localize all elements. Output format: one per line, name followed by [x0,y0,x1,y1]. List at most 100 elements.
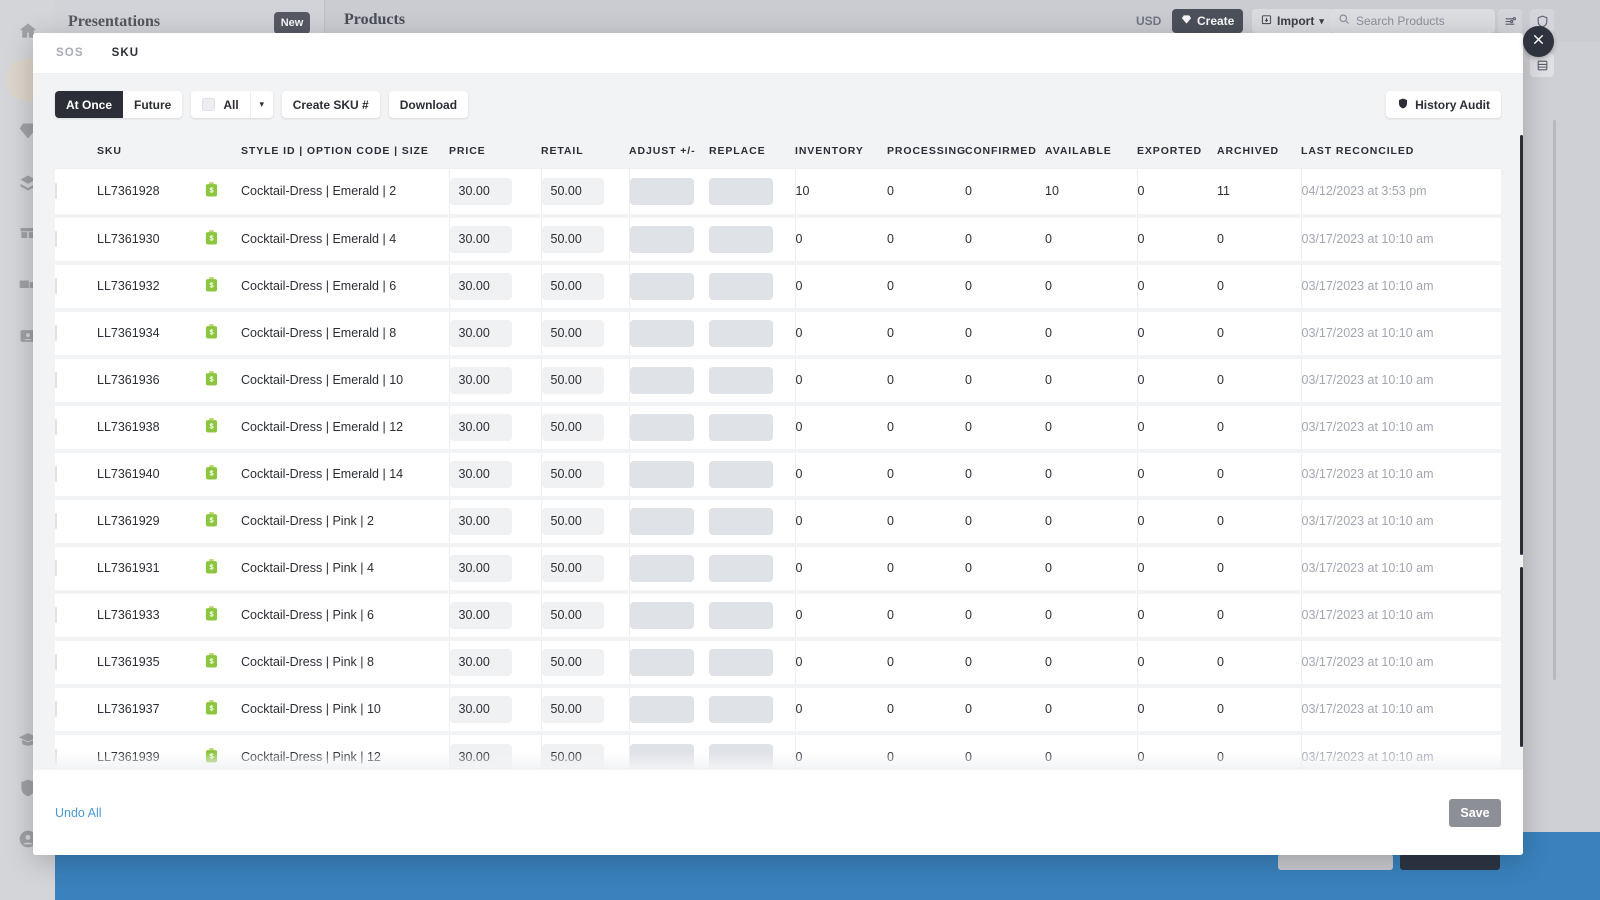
select-all-dropdown-caret[interactable]: ▾ [250,91,273,118]
tab-sku[interactable]: SKU [110,45,142,61]
table-row[interactable]: LL7361937$Cocktail-Dress | Pink | 100000… [55,686,1501,733]
adjust-input[interactable] [630,414,694,441]
page-scrollbar[interactable] [1553,120,1556,680]
price-input[interactable] [450,414,512,441]
table-row[interactable]: LL7361929$Cocktail-Dress | Pink | 200000… [55,498,1501,545]
select-all-toggle[interactable]: All [191,91,249,118]
modal-scrollbar[interactable] [1520,135,1523,770]
adjust-input[interactable] [630,273,694,300]
download-button[interactable]: Download [389,91,468,118]
adjust-input[interactable] [630,696,694,723]
row-checkbox[interactable] [55,325,57,341]
table-row[interactable]: LL7361930$Cocktail-Dress | Emerald | 400… [55,216,1501,263]
price-input[interactable] [450,649,512,676]
retail-input[interactable] [542,320,604,347]
row-checkbox[interactable] [55,183,57,199]
create-sku-button[interactable]: Create SKU # [282,91,380,118]
price-input[interactable] [450,602,512,629]
replace-input[interactable] [709,367,773,394]
adjust-input[interactable] [630,555,694,582]
retail-input[interactable] [542,696,604,723]
replace-input[interactable] [709,273,773,300]
adjust-input[interactable] [630,320,694,347]
table-row[interactable]: LL7361939$Cocktail-Dress | Pink | 120000… [55,733,1501,771]
select-all-checkbox[interactable] [202,98,215,111]
price-input[interactable] [450,508,512,535]
adjust-input[interactable] [630,367,694,394]
adjust-input[interactable] [630,744,694,771]
bottom-input-placeholder[interactable] [1278,854,1393,870]
retail-input[interactable] [542,273,604,300]
table-row[interactable]: LL7361933$Cocktail-Dress | Pink | 600000… [55,592,1501,639]
replace-input[interactable] [709,508,773,535]
retail-input[interactable] [542,367,604,394]
tab-sos[interactable]: SOS [54,45,86,61]
replace-input[interactable] [709,555,773,582]
row-checkbox[interactable] [55,231,57,247]
search-products-input[interactable]: Search Products [1330,9,1495,33]
table-row[interactable]: LL7361928$Cocktail-Dress | Emerald | 210… [55,169,1501,216]
row-checkbox[interactable] [55,419,57,435]
retail-input[interactable] [542,178,604,205]
adjust-input[interactable] [630,508,694,535]
table-row[interactable]: LL7361935$Cocktail-Dress | Pink | 800000… [55,639,1501,686]
replace-input[interactable] [709,602,773,629]
replace-input[interactable] [709,414,773,441]
history-audit-button[interactable]: History Audit [1386,91,1501,118]
replace-input[interactable] [709,461,773,488]
retail-input[interactable] [542,555,604,582]
retail-input[interactable] [542,649,604,676]
undo-all-button[interactable]: Undo All [55,806,102,820]
row-checkbox[interactable] [55,560,57,576]
row-checkbox[interactable] [55,466,57,482]
import-dropdown[interactable]: Import ▾ [1252,9,1333,33]
replace-input[interactable] [709,696,773,723]
row-checkbox[interactable] [55,749,57,765]
adjust-input[interactable] [630,649,694,676]
at-once-button[interactable]: At Once [55,91,123,118]
adjust-input[interactable] [630,226,694,253]
filter-settings-button[interactable] [1498,9,1522,33]
price-input[interactable] [450,367,512,394]
retail-input[interactable] [542,508,604,535]
price-input[interactable] [450,273,512,300]
adjust-input[interactable] [630,461,694,488]
price-input[interactable] [450,744,512,771]
table-row[interactable]: LL7361936$Cocktail-Dress | Emerald | 100… [55,357,1501,404]
row-checkbox[interactable] [55,278,57,294]
save-button[interactable]: Save [1449,799,1501,827]
table-row[interactable]: LL7361940$Cocktail-Dress | Emerald | 140… [55,451,1501,498]
modal-scrollbar-thumb[interactable] [1520,135,1523,555]
retail-input[interactable] [542,744,604,771]
adjust-input[interactable] [630,178,694,205]
price-input[interactable] [450,461,512,488]
replace-input[interactable] [709,649,773,676]
price-input[interactable] [450,320,512,347]
new-presentation-button[interactable]: New [274,12,310,34]
replace-input[interactable] [709,178,773,205]
replace-input[interactable] [709,226,773,253]
modal-scrollbar-thumb-lower[interactable] [1520,567,1523,747]
retail-input[interactable] [542,226,604,253]
bottom-dark-button[interactable] [1400,854,1500,870]
future-button[interactable]: Future [123,91,182,118]
row-checkbox[interactable] [55,701,57,717]
create-button[interactable]: Create [1172,9,1243,33]
row-checkbox[interactable] [55,654,57,670]
price-input[interactable] [450,226,512,253]
price-input[interactable] [450,178,512,205]
retail-input[interactable] [542,414,604,441]
replace-input[interactable] [709,744,773,771]
table-row[interactable]: LL7361938$Cocktail-Dress | Emerald | 120… [55,404,1501,451]
row-checkbox[interactable] [55,513,57,529]
retail-input[interactable] [542,602,604,629]
table-row[interactable]: LL7361931$Cocktail-Dress | Pink | 400000… [55,545,1501,592]
close-modal-button[interactable] [1523,26,1554,57]
row-checkbox[interactable] [55,372,57,388]
table-row[interactable]: LL7361932$Cocktail-Dress | Emerald | 600… [55,263,1501,310]
retail-input[interactable] [542,461,604,488]
price-input[interactable] [450,555,512,582]
table-row[interactable]: LL7361934$Cocktail-Dress | Emerald | 800… [55,310,1501,357]
row-checkbox[interactable] [55,607,57,623]
price-input[interactable] [450,696,512,723]
